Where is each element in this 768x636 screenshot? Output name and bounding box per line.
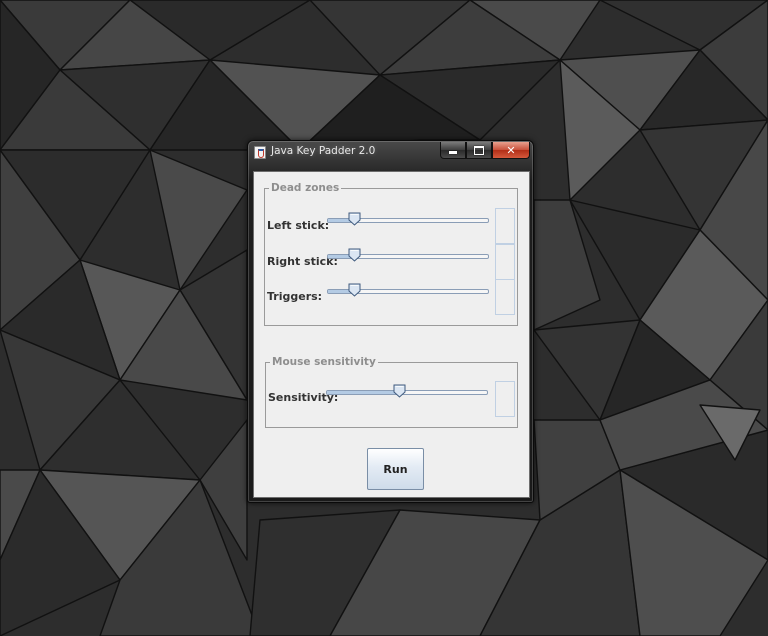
mouse-sensitivity-panel: Mouse sensitivity Sensitivity: [265,356,518,428]
java-app-icon [254,146,266,159]
maximize-button[interactable] [466,142,492,159]
right-stick-value-box [495,244,515,280]
left-stick-slider[interactable] [327,211,489,231]
sensitivity-row: Sensitivity: [266,381,517,417]
title-bar[interactable]: Java Key Padder 2.0 ✕ [248,141,533,163]
app-window: Java Key Padder 2.0 ✕ Dead zones Left st… [247,140,534,503]
slider-track [326,390,488,395]
close-icon: ✕ [506,143,516,157]
right-stick-row: Right stick: [265,244,517,280]
slider-thumb[interactable] [348,212,361,226]
slider-fill [327,391,401,394]
minimize-button[interactable] [440,142,466,159]
left-stick-value-box [495,208,515,244]
right-stick-slider[interactable] [327,247,489,267]
dead-zones-panel: Dead zones Left stick: Right stick: Trig [264,182,518,326]
dead-zones-title: Dead zones [269,182,342,194]
triggers-row: Triggers: [265,279,517,315]
triggers-label: Triggers: [267,290,323,303]
triggers-value-box [495,279,515,315]
slider-thumb[interactable] [393,384,406,398]
content-pane: Dead zones Left stick: Right stick: Trig [253,171,530,498]
left-stick-row: Left stick: [265,208,517,244]
triggers-slider[interactable] [327,282,489,302]
slider-thumb[interactable] [348,248,361,262]
minimize-icon [449,151,457,154]
maximize-icon [474,145,484,155]
sensitivity-slider[interactable] [326,383,488,403]
close-button[interactable]: ✕ [492,142,530,159]
mouse-sensitivity-title: Mouse sensitivity [270,356,378,368]
window-title: Java Key Padder 2.0 [271,145,376,157]
run-button[interactable]: Run [367,448,424,490]
slider-thumb[interactable] [348,283,361,297]
left-stick-label: Left stick: [267,219,330,232]
sensitivity-value-box [495,381,515,417]
